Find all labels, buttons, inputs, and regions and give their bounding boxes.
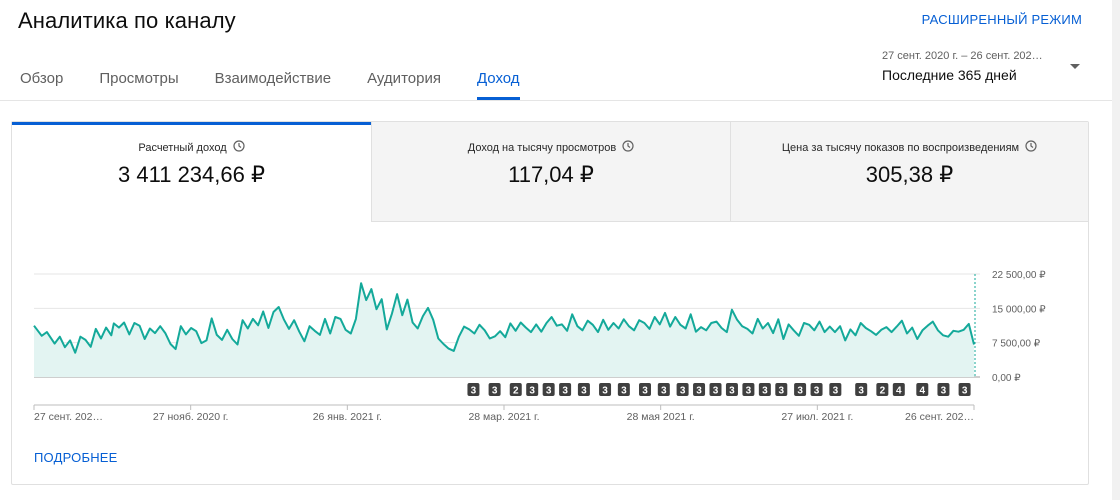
event-marker-label: 3: [661, 386, 667, 397]
advanced-mode-link[interactable]: РАСШИРЕННЫЙ РЕЖИМ: [922, 12, 1082, 27]
event-marker-label: 3: [941, 386, 947, 397]
revenue-chart[interactable]: 0,00 ₽7 500,00 ₽15 000,00 ₽22 500,00 ₽3 3…: [12, 122, 1088, 442]
event-marker-label: 3: [581, 386, 587, 397]
x-tick-label: 26 сент. 202…: [905, 411, 974, 423]
y-tick-label: 15 000,00 ₽: [992, 304, 1046, 315]
event-marker-label: 3: [546, 386, 552, 397]
event-marker-label: 3: [713, 386, 719, 397]
event-marker-label: 3: [642, 386, 648, 397]
event-marker-label: 3: [779, 386, 785, 397]
event-marker-label: 3: [602, 386, 608, 397]
event-marker-label: 3: [762, 386, 768, 397]
event-marker-label: 3: [962, 386, 968, 397]
event-marker-label: 3: [680, 386, 686, 397]
y-tick-label: 22 500,00 ₽: [992, 270, 1046, 281]
details-link[interactable]: ПОДРОБНЕЕ: [34, 450, 118, 465]
date-range-text: 27 сент. 2020 г. – 26 сент. 202…: [882, 50, 1043, 62]
tab-views[interactable]: Просмотры: [99, 62, 178, 100]
y-tick-label: 7 500,00 ₽: [992, 339, 1041, 350]
page-title: Аналитика по каналу: [18, 8, 236, 33]
y-tick-label: 0,00 ₽: [992, 373, 1021, 384]
tab-bar: Обзор Просмотры Взаимодействие Аудитория…: [20, 62, 556, 100]
x-tick-label: 27 сент. 202…: [34, 411, 103, 423]
event-marker-label: 3: [797, 386, 803, 397]
tab-revenue[interactable]: Доход: [476, 62, 520, 100]
dropdown-arrow-icon: [1070, 64, 1080, 69]
event-marker-label: 2: [513, 386, 519, 397]
event-marker-label: 3: [492, 386, 498, 397]
x-tick-label: 28 мар. 2021 г.: [468, 411, 539, 423]
event-marker-label: 2: [880, 386, 886, 397]
x-tick-label: 27 июл. 2021 г.: [781, 411, 853, 423]
event-marker-label: 3: [833, 386, 839, 397]
tab-overview[interactable]: Обзор: [20, 62, 63, 100]
event-marker-label: 3: [746, 386, 752, 397]
event-marker-label: 3: [562, 386, 568, 397]
event-marker-label: 4: [896, 386, 902, 397]
date-range-selector[interactable]: 27 сент. 2020 г. – 26 сент. 202… Последн…: [882, 50, 1092, 83]
event-marker-label: 3: [814, 386, 820, 397]
tab-audience[interactable]: Аудитория: [367, 62, 441, 100]
event-marker-label: 3: [529, 386, 535, 397]
event-marker-label: 3: [696, 386, 702, 397]
x-tick-label: 27 нояб. 2020 г.: [153, 411, 229, 423]
scrollbar[interactable]: [1112, 0, 1120, 500]
tab-engagement[interactable]: Взаимодействие: [215, 62, 331, 100]
event-marker-label: 4: [920, 386, 926, 397]
event-marker-label: 3: [858, 386, 864, 397]
date-range-selected: Последние 365 дней: [882, 67, 1017, 83]
x-tick-label: 28 мая 2021 г.: [627, 411, 695, 423]
event-marker-label: 3: [729, 386, 735, 397]
x-tick-label: 26 янв. 2021 г.: [313, 411, 382, 423]
revenue-card: Расчетный доход 3 411 234,66 ₽ Доход на …: [11, 121, 1089, 485]
event-marker-label: 3: [621, 386, 627, 397]
header-divider: [0, 100, 1112, 101]
event-marker-label: 3: [471, 386, 477, 397]
